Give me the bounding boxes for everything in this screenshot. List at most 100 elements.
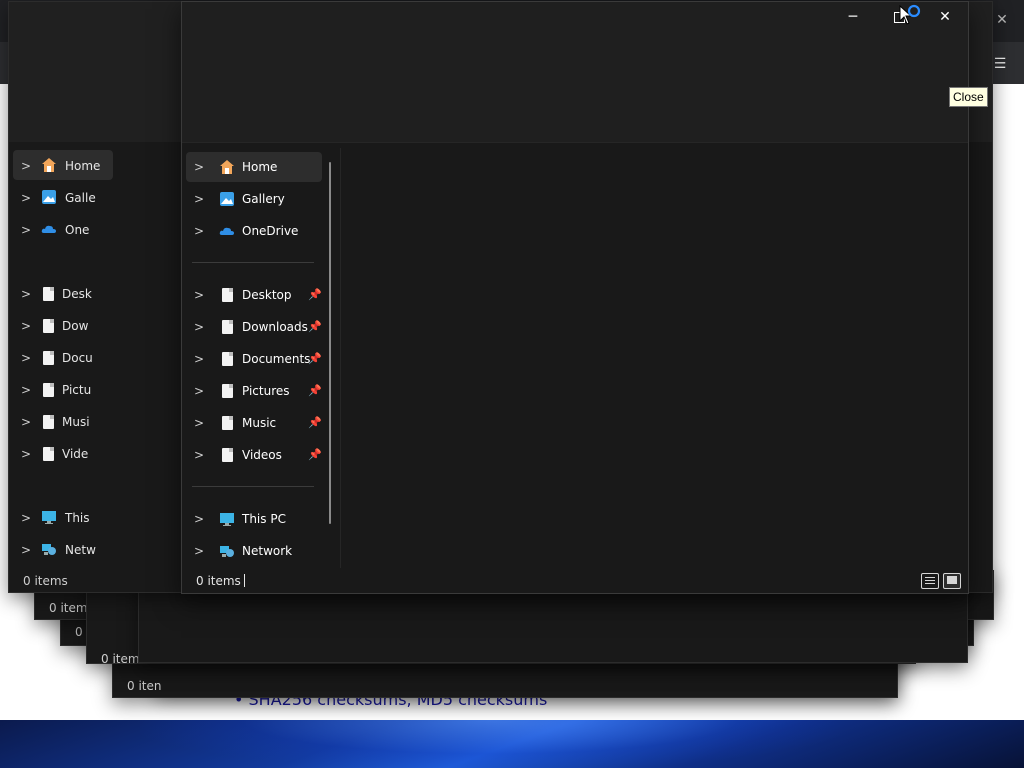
ghost-status-count: 0 iten	[127, 679, 162, 693]
chevron-right-icon[interactable]: >	[194, 224, 214, 238]
ghost-nav-label: This	[65, 511, 90, 525]
nav-item-label: Downloads	[242, 320, 308, 334]
pin-icon[interactable]: 📌	[308, 448, 322, 461]
nav-item-home[interactable]: > Home	[186, 152, 322, 182]
ghost-nav-item: > Dow	[21, 310, 88, 342]
chevron-right-icon: >	[21, 351, 32, 365]
onedrive-icon	[41, 221, 57, 240]
chevron-right-icon[interactable]: >	[194, 160, 214, 174]
document-icon	[218, 446, 236, 464]
chevron-right-icon: >	[21, 447, 32, 461]
nav-item-music[interactable]: > Music 📌	[186, 408, 322, 438]
nav-item-label: Documents	[242, 352, 311, 366]
chevron-right-icon[interactable]: >	[194, 320, 214, 334]
pin-icon[interactable]: 📌	[308, 320, 322, 333]
tiles-view-button[interactable]	[943, 573, 961, 589]
nav-separator	[192, 262, 314, 263]
document-icon	[218, 382, 236, 400]
navigation-scrollbar[interactable]	[329, 162, 331, 524]
chevron-right-icon: >	[21, 543, 32, 557]
ghost-nav-label: Musi	[62, 415, 90, 429]
chevron-right-icon: >	[21, 223, 32, 237]
document-icon	[218, 350, 236, 368]
file-list-area[interactable]	[341, 148, 968, 568]
chevron-right-icon[interactable]: >	[194, 288, 214, 302]
navigation-pane[interactable]: > Home > Gallery > OneDrive > Desktop 📌 …	[182, 148, 340, 568]
document-icon	[218, 414, 236, 432]
ghost-nav-item: > Docu	[21, 342, 93, 374]
chevron-right-icon[interactable]: >	[194, 416, 214, 430]
nav-item-label: Desktop	[242, 288, 292, 302]
ghost-nav-label: Pictu	[62, 383, 92, 397]
document-icon	[43, 351, 54, 365]
nav-item-label: Network	[242, 544, 293, 558]
nav-item-documents[interactable]: > Documents 📌	[186, 344, 322, 374]
pin-icon[interactable]: 📌	[308, 352, 322, 365]
chevron-right-icon: >	[21, 287, 32, 301]
title-bar[interactable]: ─ ✕	[182, 2, 968, 34]
this-pc-icon	[218, 510, 236, 528]
nav-item-gallery[interactable]: > Gallery	[186, 184, 322, 214]
onedrive-icon	[218, 222, 236, 240]
nav-item-downloads[interactable]: > Downloads 📌	[186, 312, 322, 342]
minimize-button[interactable]: ─	[830, 2, 876, 32]
background-browser-menu-icon[interactable]: ☰	[990, 54, 1010, 74]
network-icon	[41, 541, 57, 560]
this-pc-icon	[41, 509, 57, 528]
chevron-right-icon: >	[21, 191, 32, 205]
ghost-nav-label: Home	[65, 159, 101, 173]
pin-icon[interactable]: 📌	[308, 384, 322, 397]
chevron-right-icon: >	[21, 511, 32, 525]
chevron-right-icon[interactable]: >	[194, 384, 214, 398]
chevron-right-icon[interactable]: >	[194, 352, 214, 366]
nav-item-network[interactable]: > Network	[186, 536, 322, 566]
status-separator	[244, 574, 245, 587]
close-tooltip: Close	[949, 87, 988, 107]
network-icon	[218, 542, 236, 560]
background-browser-close-icon[interactable]: ✕	[992, 10, 1012, 30]
gallery-icon	[218, 190, 236, 208]
chevron-right-icon: >	[21, 159, 32, 173]
nav-item-this-pc[interactable]: > This PC	[186, 504, 322, 534]
details-view-button[interactable]	[921, 573, 939, 589]
ghost-nav-item: > Vide	[21, 438, 88, 470]
file-explorer-window[interactable]: ─ ✕ > Home > Gallery > OneDrive > Deskto…	[181, 1, 969, 594]
document-icon	[43, 415, 54, 429]
nav-item-desktop[interactable]: > Desktop 📌	[186, 280, 322, 310]
ghost-nav-item: > One	[21, 214, 89, 246]
nav-item-videos[interactable]: > Videos 📌	[186, 440, 322, 470]
chevron-right-icon: >	[21, 415, 32, 429]
busy-cursor-icon	[899, 4, 921, 25]
ghost-nav-label: Vide	[62, 447, 89, 461]
item-count: 0 items	[196, 574, 241, 588]
nav-item-pictures[interactable]: > Pictures 📌	[186, 376, 322, 406]
ghost-nav-label: Galle	[65, 191, 96, 205]
gallery-icon	[41, 189, 57, 208]
document-icon	[218, 286, 236, 304]
document-icon	[43, 383, 54, 397]
chevron-right-icon[interactable]: >	[194, 192, 214, 206]
nav-item-label: OneDrive	[242, 224, 299, 238]
nav-item-label: Videos	[242, 448, 282, 462]
document-icon	[218, 318, 236, 336]
status-bar: 0 items	[182, 568, 968, 593]
nav-item-label: Music	[242, 416, 277, 430]
chevron-right-icon[interactable]: >	[194, 544, 214, 558]
ghost-nav-item: > Musi	[21, 406, 90, 438]
chevron-right-icon[interactable]: >	[194, 448, 214, 462]
nav-item-label: Pictures	[242, 384, 290, 398]
pin-icon[interactable]: 📌	[308, 416, 322, 429]
nav-item-label: Home	[242, 160, 278, 174]
nav-item-onedrive[interactable]: > OneDrive	[186, 216, 322, 246]
close-button[interactable]: ✕	[922, 2, 968, 32]
nav-separator	[192, 486, 314, 487]
ghost-nav-item: > Desk	[21, 278, 92, 310]
document-icon	[43, 287, 54, 301]
chevron-right-icon[interactable]: >	[194, 512, 214, 526]
wallpaper-bloom	[140, 720, 840, 768]
home-icon	[41, 157, 57, 176]
ghost-status-count: 0 items	[23, 574, 68, 588]
pin-icon[interactable]: 📌	[308, 288, 322, 301]
ghost-nav-label: Netw	[65, 543, 96, 557]
ghost-nav-label: Dow	[62, 319, 89, 333]
